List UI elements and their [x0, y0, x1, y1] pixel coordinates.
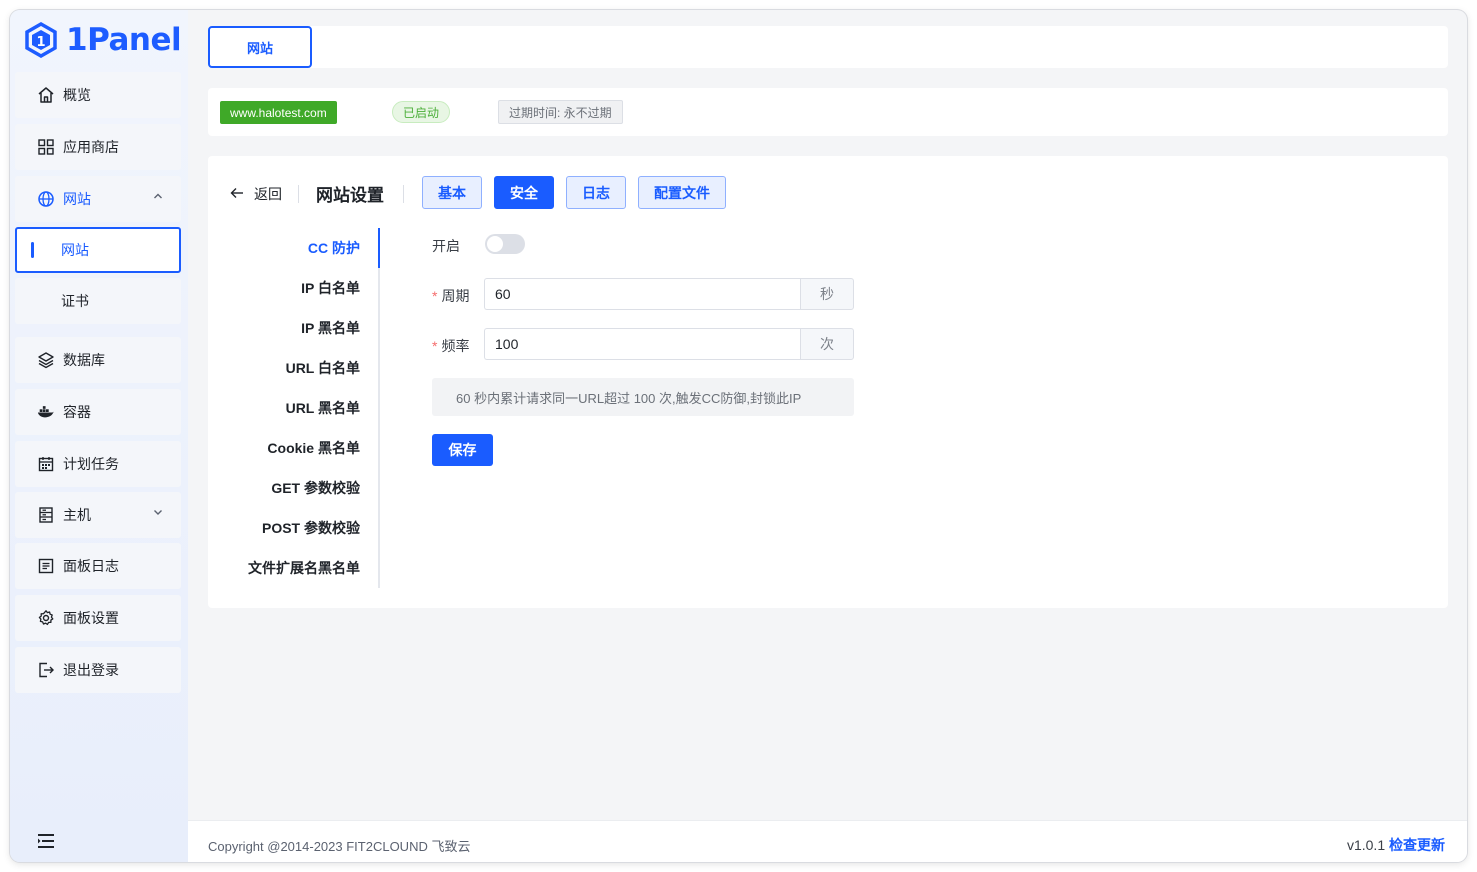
cc-hint: 60 秒内累计请求同一URL超过 100 次,触发CC防御,封锁此IP: [432, 378, 854, 416]
logo[interactable]: 1 1Panel: [24, 20, 182, 60]
period-input[interactable]: 60: [484, 278, 800, 310]
nav-active-indicator: [378, 228, 380, 268]
security-nav: CC 防护 IP 白名单 IP 黑名单 URL 白名单 URL 黑名单 Cook…: [208, 228, 380, 588]
sidebar-subitem-website[interactable]: 网站: [15, 227, 181, 273]
copyright: Copyright @2014-2023 FIT2CLOUND 飞致云: [208, 839, 471, 854]
tab-security[interactable]: 安全: [494, 176, 554, 209]
sidebar-item-label: 容器: [63, 404, 91, 420]
layers-icon: [37, 351, 55, 369]
sidebar-item-label: 计划任务: [63, 456, 119, 472]
version-info: v1.0.1 检查更新: [1347, 835, 1445, 855]
logo-text: 1Panel: [66, 22, 182, 58]
status-badge: 已启动: [392, 101, 451, 123]
grid-icon: [37, 138, 55, 156]
nav-url-blacklist[interactable]: URL 黑名单: [286, 388, 360, 428]
sidebar-item-app-store[interactable]: 应用商店: [15, 124, 181, 170]
tab-website[interactable]: 网站: [208, 26, 312, 68]
sidebar-item-label: 面板日志: [63, 558, 119, 574]
selection-indicator: [31, 242, 34, 258]
server-icon: [37, 506, 55, 524]
svg-text:1: 1: [36, 35, 45, 50]
chevron-up-icon: [153, 191, 163, 204]
sidebar-item-label: 网站: [63, 191, 91, 207]
chevron-down-icon: [153, 507, 163, 520]
app-window: 1 1Panel 概览 应用商店 网站 网站 证书 数据库 容器 计划任务 主机…: [10, 10, 1467, 862]
save-button[interactable]: 保存: [432, 434, 493, 466]
back-button[interactable]: 返回: [230, 184, 282, 204]
frequency-input[interactable]: 100: [484, 328, 800, 360]
tab-basic[interactable]: 基本: [422, 176, 482, 209]
sidebar-item-website[interactable]: 网站: [15, 176, 181, 222]
nav-cookie-blacklist[interactable]: Cookie 黑名单: [267, 428, 360, 468]
check-update-link[interactable]: 检查更新: [1389, 837, 1445, 853]
period-unit: 秒: [800, 278, 854, 310]
sidebar-item-label: 主机: [63, 507, 91, 523]
sidebar-item-label: 证书: [61, 293, 89, 309]
sidebar-item-label: 数据库: [63, 352, 105, 368]
home-icon: [37, 86, 55, 104]
sidebar-item-label: 面板设置: [63, 610, 119, 626]
sidebar-item-label: 应用商店: [63, 139, 119, 155]
frequency-label: * 频率: [432, 338, 470, 354]
docker-icon: [37, 403, 55, 421]
gear-icon: [37, 609, 55, 627]
period-label: * 周期: [432, 288, 470, 304]
back-label: 返回: [254, 186, 282, 202]
cc-protection-form: 开启 * 周期 60 秒 * 频率 100 次 60 秒内累计请求同一URL超过 1…: [432, 228, 872, 488]
log-icon: [37, 557, 55, 575]
collapse-menu-icon[interactable]: [36, 832, 56, 850]
tab-config-file[interactable]: 配置文件: [638, 176, 726, 209]
settings-panel: 返回 网站设置 基本 安全 日志 配置文件 CC 防护 IP 白名单 IP 黑名…: [208, 156, 1448, 608]
expire-badge: 过期时间: 永不过期: [498, 100, 623, 124]
nav-get-param-check[interactable]: GET 参数校验: [271, 468, 360, 508]
enable-toggle[interactable]: [485, 234, 525, 254]
logout-icon: [37, 661, 55, 679]
nav-cc-protection[interactable]: CC 防护: [308, 228, 360, 268]
sidebar-subitem-certificate[interactable]: 证书: [15, 278, 181, 324]
frequency-unit: 次: [800, 328, 854, 360]
version-number: v1.0.1: [1346, 837, 1386, 853]
sidebar-item-container[interactable]: 容器: [15, 389, 181, 435]
divider: [403, 185, 404, 203]
nav-ip-blacklist[interactable]: IP 黑名单: [301, 308, 360, 348]
globe-icon: [37, 190, 55, 208]
site-info-bar: www.halotest.com 已启动 过期时间: 永不过期: [208, 88, 1448, 136]
nav-ip-whitelist[interactable]: IP 白名单: [301, 268, 360, 308]
sidebar-item-label: 网站: [61, 242, 89, 258]
calendar-icon: [37, 455, 55, 473]
tab-log[interactable]: 日志: [566, 176, 626, 209]
top-tab-bar: 网站: [208, 26, 1448, 68]
sidebar-item-host[interactable]: 主机: [15, 492, 181, 538]
sidebar-item-database[interactable]: 数据库: [15, 337, 181, 383]
period-field: 60 秒: [484, 278, 854, 310]
nav-post-param-check[interactable]: POST 参数校验: [262, 508, 360, 548]
page-title: 网站设置: [316, 186, 384, 205]
footer: Copyright @2014-2023 FIT2CLOUND 飞致云 v1.0…: [188, 820, 1467, 862]
sidebar-item-overview[interactable]: 概览: [15, 72, 181, 118]
nav-url-whitelist[interactable]: URL 白名单: [286, 348, 360, 388]
sidebar-item-label: 退出登录: [63, 662, 119, 678]
domain-tag[interactable]: www.halotest.com: [220, 101, 337, 124]
sidebar-item-panel-log[interactable]: 面板日志: [15, 543, 181, 589]
sidebar: 1 1Panel 概览 应用商店 网站 网站 证书 数据库 容器 计划任务 主机…: [10, 10, 188, 862]
enable-label: 开启: [432, 238, 460, 254]
nav-file-ext-blacklist[interactable]: 文件扩展名黑名单: [248, 548, 360, 588]
sidebar-item-label: 概览: [63, 87, 91, 103]
sidebar-item-panel-settings[interactable]: 面板设置: [15, 595, 181, 641]
sidebar-item-cron[interactable]: 计划任务: [15, 441, 181, 487]
frequency-field: 100 次: [484, 328, 854, 360]
sidebar-item-logout[interactable]: 退出登录: [15, 647, 181, 693]
nav-track: [378, 228, 380, 588]
arrow-left-icon: [230, 186, 244, 202]
logo-icon: 1: [25, 22, 57, 58]
divider: [298, 185, 299, 203]
